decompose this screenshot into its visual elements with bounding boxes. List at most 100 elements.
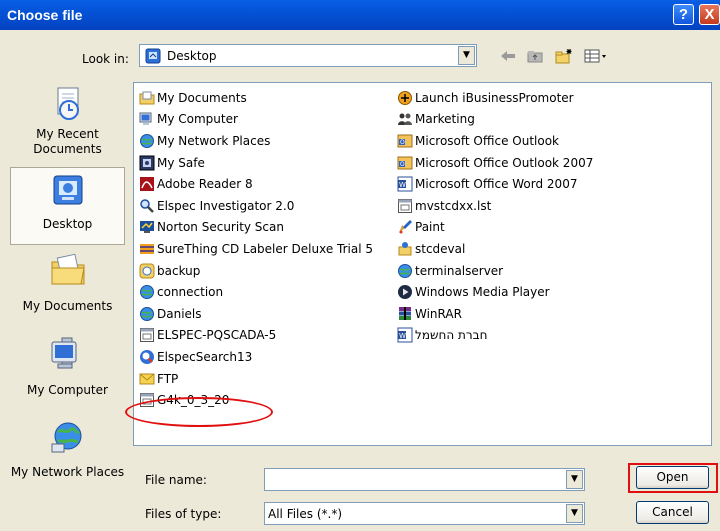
recent-documents-icon bbox=[52, 86, 84, 125]
file-item-norton-security-scan[interactable]: Norton Security Scan bbox=[139, 217, 373, 239]
file-item-ftp[interactable]: FTP bbox=[139, 368, 373, 390]
file-item-marketing[interactable]: Marketing bbox=[397, 109, 593, 131]
safe-icon bbox=[139, 155, 155, 171]
file-name: My Computer bbox=[157, 112, 238, 127]
file-name: Adobe Reader 8 bbox=[157, 177, 253, 192]
file-item-my-network-places[interactable]: My Network Places bbox=[139, 130, 373, 152]
file-item-backup[interactable]: backup bbox=[139, 260, 373, 282]
file-item-outlook-2007[interactable]: O Microsoft Office Outlook 2007 bbox=[397, 152, 593, 174]
file-item-g4k-0-3-20[interactable]: G4k_0_3_20 bbox=[139, 389, 373, 411]
file-icon bbox=[139, 392, 155, 408]
network-icon bbox=[139, 306, 155, 322]
file-item-windows-media-player[interactable]: Windows Media Player bbox=[397, 281, 593, 303]
shield-icon bbox=[139, 219, 155, 235]
file-name: Paint bbox=[415, 220, 445, 235]
file-name: Windows Media Player bbox=[415, 285, 550, 300]
chevron-down-icon[interactable]: ▼ bbox=[566, 470, 583, 489]
file-item-elspecsearch13[interactable]: ElspecSearch13 bbox=[139, 346, 373, 368]
file-name: My Documents bbox=[157, 90, 247, 105]
file-type-value: All Files (*.*) bbox=[268, 507, 343, 521]
window-title: Choose file bbox=[7, 7, 83, 23]
look-in-label: Look in: bbox=[82, 52, 129, 66]
file-name: Daniels bbox=[157, 306, 202, 321]
file-name: ELSPEC-PQSCADA-5 bbox=[157, 328, 277, 343]
file-name: SureThing CD Labeler Deluxe Trial 5 bbox=[157, 241, 373, 256]
up-folder-icon[interactable] bbox=[526, 48, 544, 67]
file-item-paint[interactable]: Paint bbox=[397, 217, 593, 239]
place-label: My Network Places bbox=[10, 465, 125, 479]
file-item-connection[interactable]: connection bbox=[139, 281, 373, 303]
new-folder-icon[interactable] bbox=[554, 48, 574, 67]
file-name: חברת החשמל bbox=[415, 328, 488, 343]
close-button[interactable]: X bbox=[699, 4, 720, 25]
help-button[interactable]: ? bbox=[673, 4, 694, 25]
file-item-my-documents[interactable]: My Documents bbox=[139, 87, 373, 109]
file-item-adobe-reader-8[interactable]: Adobe Reader 8 bbox=[139, 173, 373, 195]
file-name: Microsoft Office Outlook 2007 bbox=[415, 155, 594, 170]
svg-text:O: O bbox=[400, 139, 405, 146]
file-column: My Documents My Computer My Network Plac… bbox=[125, 87, 373, 427]
file-item-surething-cd-labeler[interactable]: SureThing CD Labeler Deluxe Trial 5 bbox=[139, 238, 373, 260]
cancel-button[interactable]: Cancel bbox=[636, 501, 709, 524]
place-recent-documents[interactable]: My Recent Documents bbox=[10, 80, 125, 162]
word-icon: W bbox=[397, 327, 413, 343]
network-icon bbox=[139, 284, 155, 300]
place-label: My Documents bbox=[22, 299, 113, 313]
file-name-combo[interactable]: ▼ bbox=[264, 468, 585, 491]
app-icon bbox=[139, 198, 155, 214]
shortcut-icon bbox=[139, 263, 155, 279]
computer-icon bbox=[139, 111, 155, 127]
place-my-computer[interactable]: My Computer bbox=[10, 336, 125, 406]
open-button[interactable]: Open bbox=[636, 466, 709, 489]
file-item-hebrew-doc[interactable]: W חברת החשמל bbox=[397, 325, 593, 347]
search-icon bbox=[139, 349, 155, 365]
folder-icon bbox=[139, 90, 155, 106]
file-name: My Network Places bbox=[157, 133, 271, 148]
file-item-elspec-pqscada-5[interactable]: ELSPEC-PQSCADA-5 bbox=[139, 325, 373, 347]
file-name: G4k_0_3_20 bbox=[157, 393, 230, 408]
place-my-documents[interactable]: My Documents bbox=[10, 252, 125, 322]
place-network-places[interactable]: My Network Places bbox=[10, 420, 125, 496]
file-column: Launch iBusinessPromoter Marketing O Micr… bbox=[397, 87, 593, 346]
file-name: Marketing bbox=[415, 112, 475, 127]
place-label: Desktop bbox=[42, 217, 93, 231]
pdf-icon bbox=[139, 176, 155, 192]
look-in-dropdown[interactable]: Desktop ▼ bbox=[139, 44, 477, 67]
file-name: Microsoft Office Outlook bbox=[415, 133, 559, 148]
network-icon bbox=[397, 263, 413, 279]
file-item-my-safe[interactable]: My Safe bbox=[139, 152, 373, 174]
view-menu-icon[interactable] bbox=[584, 48, 608, 67]
network-icon bbox=[139, 133, 155, 149]
mail-icon bbox=[139, 371, 155, 387]
file-item-daniels[interactable]: Daniels bbox=[139, 303, 373, 325]
svg-text:O: O bbox=[400, 161, 405, 168]
file-name: WinRAR bbox=[415, 306, 462, 321]
file-item-word-2007[interactable]: W Microsoft Office Word 2007 bbox=[397, 173, 593, 195]
file-name: My Safe bbox=[157, 155, 205, 170]
word-icon: W bbox=[397, 176, 413, 192]
file-item-terminalserver[interactable]: terminalserver bbox=[397, 260, 593, 282]
places-bar: My Recent Documents Desktop My Documents… bbox=[10, 80, 125, 496]
file-item-stcdeval[interactable]: stcdeval bbox=[397, 238, 593, 260]
file-item-mvstcdxx-lst[interactable]: mvstcdxx.lst bbox=[397, 195, 593, 217]
file-name: Microsoft Office Word 2007 bbox=[415, 177, 578, 192]
file-list[interactable]: My Documents My Computer My Network Plac… bbox=[125, 82, 712, 446]
media-player-icon bbox=[397, 284, 413, 300]
file-item-outlook[interactable]: O Microsoft Office Outlook bbox=[397, 130, 593, 152]
file-name: mvstcdxx.lst bbox=[415, 198, 492, 213]
file-item-elspec-investigator[interactable]: Elspec Investigator 2.0 bbox=[139, 195, 373, 217]
file-item-my-computer[interactable]: My Computer bbox=[139, 109, 373, 131]
my-computer-icon bbox=[48, 336, 88, 377]
title-bar: Choose file ? X bbox=[0, 0, 720, 30]
file-icon bbox=[397, 198, 413, 214]
file-item-launch-ibusinesspromoter[interactable]: Launch iBusinessPromoter bbox=[397, 87, 593, 109]
file-name: backup bbox=[157, 263, 201, 278]
back-icon[interactable] bbox=[499, 48, 517, 67]
file-type-dropdown[interactable]: All Files (*.*) ▼ bbox=[264, 502, 585, 525]
chevron-down-icon[interactable]: ▼ bbox=[566, 504, 583, 523]
file-item-winrar[interactable]: WinRAR bbox=[397, 303, 593, 325]
chevron-down-icon[interactable]: ▼ bbox=[458, 46, 475, 65]
place-desktop[interactable]: Desktop bbox=[10, 167, 125, 245]
desktop-icon bbox=[145, 48, 161, 67]
file-name: Launch iBusinessPromoter bbox=[415, 90, 574, 105]
